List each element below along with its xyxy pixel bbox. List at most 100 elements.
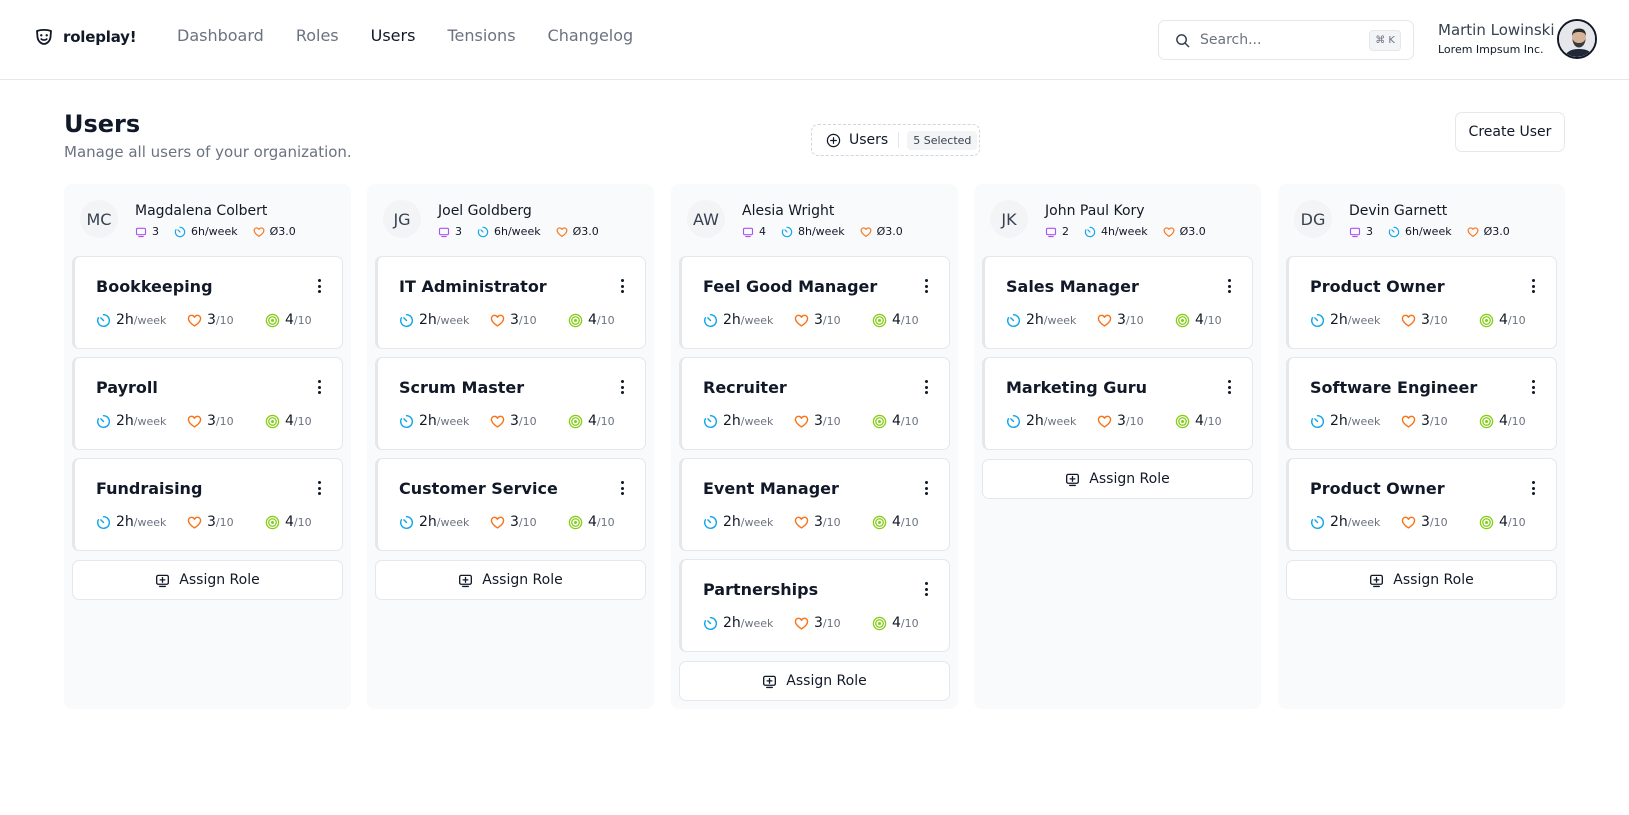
more-vertical-icon[interactable] — [923, 279, 929, 293]
user-column: DG Devin Garnett 3 6h/week Ø3.0 Product Owner… — [1278, 184, 1565, 709]
heart-icon — [490, 415, 505, 428]
search-input[interactable]: Search... ⌘ K — [1158, 20, 1414, 60]
role-title: Recruiter — [703, 378, 787, 397]
more-vertical-icon[interactable] — [619, 481, 625, 495]
role-card[interactable]: Event Manager 2h/week 3/10 4/10 — [679, 458, 950, 551]
user-stats: 3 6h/week Ø3.0 — [438, 225, 614, 238]
time-metric: 2h/week — [1310, 514, 1401, 530]
target-icon — [872, 515, 887, 529]
more-vertical-icon[interactable] — [316, 481, 322, 495]
role-card[interactable]: Sales Manager 2h/week 3/10 4/10 — [982, 256, 1253, 349]
more-vertical-icon[interactable] — [1530, 481, 1536, 495]
more-vertical-icon[interactable] — [923, 380, 929, 394]
user-name[interactable]: John Paul Kory — [1045, 203, 1145, 219]
role-card[interactable]: Payroll 2h/week 3/10 4/10 — [72, 357, 343, 450]
user-name[interactable]: Alesia Wright — [742, 203, 834, 219]
target-icon — [568, 414, 583, 428]
clock-icon — [1007, 414, 1021, 428]
role-card[interactable]: Marketing Guru 2h/week 3/10 4/10 — [982, 357, 1253, 450]
clock-icon — [704, 414, 718, 428]
users-filter-button[interactable]: Users 5 Selected — [811, 124, 980, 156]
fit-metric: 4/10 — [1479, 312, 1526, 328]
average-score: Ø3.0 — [572, 225, 599, 238]
more-vertical-icon[interactable] — [1226, 380, 1232, 394]
role-card[interactable]: Bookkeeping 2h/week 3/10 4/10 — [72, 256, 343, 349]
main-nav: Dashboard Roles Users Tensions Changelog — [177, 26, 665, 45]
assign-role-icon — [156, 574, 170, 587]
time-unit: /week — [740, 414, 774, 428]
more-vertical-icon[interactable] — [1530, 380, 1536, 394]
nav-changelog[interactable]: Changelog — [548, 26, 634, 45]
role-card[interactable]: Software Engineer 2h/week 3/10 4/10 — [1286, 357, 1557, 450]
role-count-stat: 4 — [742, 225, 766, 238]
time-metric: 2h/week — [1006, 413, 1097, 429]
fit-value: 4 — [588, 312, 597, 328]
mask-icon — [36, 28, 52, 45]
menu-dot — [924, 582, 928, 585]
role-metrics: 2h/week 3/10 4/10 — [703, 615, 919, 631]
page-title: Users — [64, 110, 141, 138]
assign-role-button[interactable]: Assign Role — [72, 560, 343, 600]
fit-value: 4 — [285, 413, 294, 429]
time-unit: /week — [133, 313, 167, 327]
love-value: 3 — [1117, 413, 1126, 429]
menu-dot — [1227, 279, 1231, 282]
role-metrics: 2h/week 3/10 4/10 — [1310, 413, 1526, 429]
more-vertical-icon[interactable] — [316, 279, 322, 293]
fit-max: /10 — [596, 313, 615, 327]
assign-role-button[interactable]: Assign Role — [1286, 560, 1557, 600]
more-vertical-icon[interactable] — [1530, 279, 1536, 293]
role-card[interactable]: IT Administrator 2h/week 3/10 4/10 — [375, 256, 646, 349]
avatar[interactable] — [1557, 19, 1597, 59]
create-user-button[interactable]: Create User — [1455, 112, 1565, 152]
love-metric: 3/10 — [794, 312, 872, 328]
menu-dot — [1531, 380, 1535, 383]
role-card[interactable]: Partnerships 2h/week 3/10 4/10 — [679, 559, 950, 652]
time-value: 2h — [116, 312, 134, 328]
user-name[interactable]: Joel Goldberg — [438, 203, 532, 219]
heart-icon — [490, 516, 505, 529]
more-vertical-icon[interactable] — [619, 380, 625, 394]
logo[interactable]: roleplay! — [34, 27, 137, 47]
menu-dot — [620, 391, 624, 394]
more-vertical-icon[interactable] — [923, 481, 929, 495]
role-card[interactable]: Recruiter 2h/week 3/10 4/10 — [679, 357, 950, 450]
role-card[interactable]: Product Owner 2h/week 3/10 4/10 — [1286, 458, 1557, 551]
love-metric: 3/10 — [1097, 413, 1175, 429]
role-card[interactable]: Product Owner 2h/week 3/10 4/10 — [1286, 256, 1557, 349]
role-metrics: 2h/week 3/10 4/10 — [703, 514, 919, 530]
fit-max: /10 — [1203, 414, 1222, 428]
fit-max: /10 — [596, 414, 615, 428]
role-card[interactable]: Feel Good Manager 2h/week 3/10 4/10 — [679, 256, 950, 349]
hours-stat: 4h/week — [1084, 225, 1148, 238]
role-count-stat: 2 — [1045, 225, 1069, 238]
more-vertical-icon[interactable] — [316, 380, 322, 394]
nav-dashboard[interactable]: Dashboard — [177, 26, 264, 45]
menu-dot — [317, 284, 321, 288]
assign-role-button[interactable]: Assign Role — [982, 459, 1253, 499]
filter-divider — [898, 132, 900, 148]
menu-dot — [1531, 481, 1535, 484]
more-vertical-icon[interactable] — [1226, 279, 1232, 293]
assign-role-button[interactable]: Assign Role — [679, 661, 950, 701]
role-card[interactable]: Customer Service 2h/week 3/10 4/10 — [375, 458, 646, 551]
nav-tensions[interactable]: Tensions — [447, 26, 515, 45]
fit-max: /10 — [293, 313, 312, 327]
more-vertical-icon[interactable] — [923, 582, 929, 596]
role-title: Product Owner — [1310, 479, 1445, 498]
role-card[interactable]: Scrum Master 2h/week 3/10 4/10 — [375, 357, 646, 450]
love-value: 3 — [207, 413, 216, 429]
user-name[interactable]: Devin Garnett — [1349, 203, 1447, 219]
hours-stat: 6h/week — [477, 225, 541, 238]
nav-roles[interactable]: Roles — [296, 26, 339, 45]
user-stats: 3 6h/week Ø3.0 — [135, 225, 311, 238]
nav-users[interactable]: Users — [371, 26, 416, 45]
fit-metric: 4/10 — [568, 514, 615, 530]
current-user-org: Lorem Impsum Inc. — [1438, 43, 1544, 56]
assign-role-button[interactable]: Assign Role — [375, 560, 646, 600]
role-card[interactable]: Fundraising 2h/week 3/10 4/10 — [72, 458, 343, 551]
more-vertical-icon[interactable] — [619, 279, 625, 293]
user-name[interactable]: Magdalena Colbert — [135, 203, 267, 219]
clock-icon — [1311, 313, 1325, 327]
love-metric: 3/10 — [490, 312, 568, 328]
